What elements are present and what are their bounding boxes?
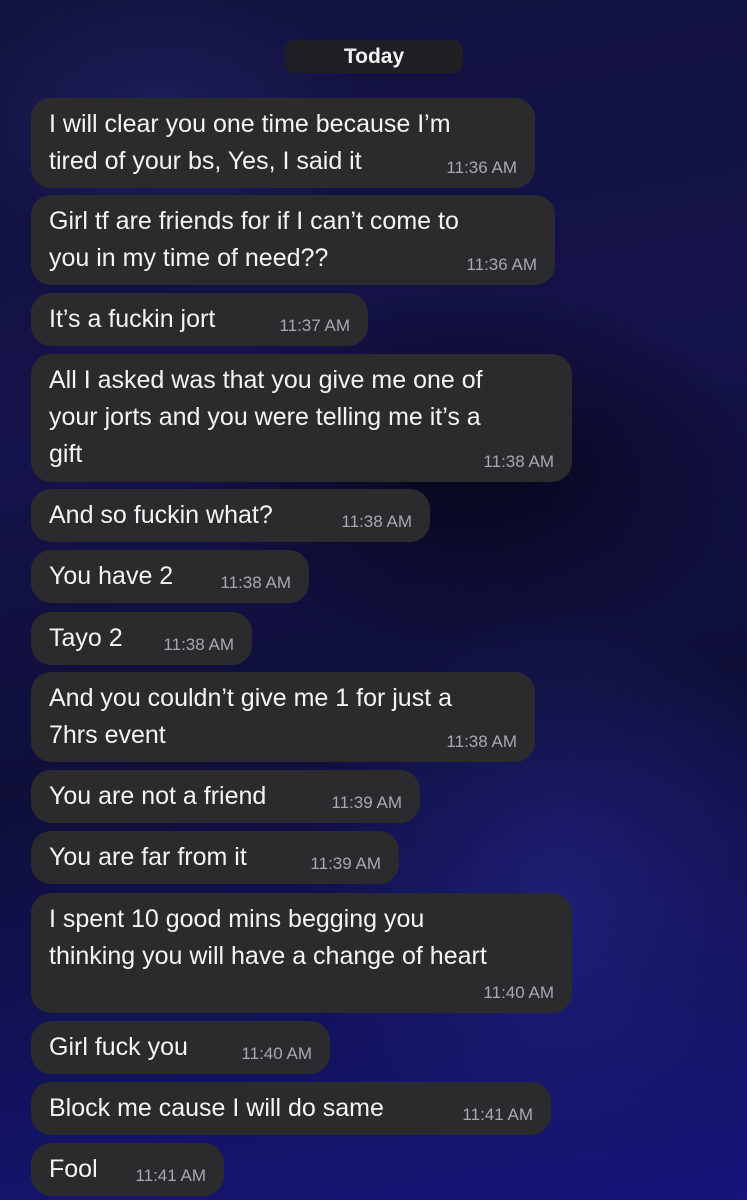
message-text: I spent 10 good mins begging you thinkin… (49, 905, 487, 970)
message-bubble[interactable]: It’s a fuckin jort 11:37 AM (31, 293, 368, 346)
message-time: 11:36 AM (466, 255, 537, 274)
message-time: 11:36 AM (446, 158, 517, 177)
date-separator: Today (285, 40, 463, 73)
message-bubble[interactable]: And so fuckin what? 11:38 AM (31, 489, 430, 542)
message-time: 11:38 AM (446, 732, 517, 751)
message-bubble[interactable]: Tayo 2 11:38 AM (31, 612, 252, 665)
message-bubble[interactable]: All I asked was that you give me one of … (31, 354, 572, 482)
message-time: 11:40 AM (241, 1044, 312, 1063)
message-bubble[interactable]: Girl fuck you 11:40 AM (31, 1021, 330, 1074)
message-text: All I asked was that you give me one of … (49, 366, 483, 468)
chat-screen: { "date_separator": "Today", "messages":… (0, 0, 747, 1200)
message-time: 11:38 AM (483, 452, 554, 471)
message-bubble[interactable]: You have 2 11:38 AM (31, 550, 309, 603)
message-bubble[interactable]: Block me cause I will do same 11:41 AM (31, 1082, 551, 1135)
message-bubble[interactable]: Girl tf are friends for if I can’t come … (31, 195, 555, 285)
message-time: 11:38 AM (341, 512, 412, 531)
message-time: 11:41 AM (462, 1105, 533, 1124)
message-time: 11:38 AM (220, 573, 291, 592)
message-text: Block me cause I will do same (49, 1094, 384, 1122)
message-bubble[interactable]: You are not a friend 11:39 AM (31, 770, 420, 823)
message-bubble[interactable]: Fool 11:41 AM (31, 1143, 224, 1196)
message-text: Girl tf are friends for if I can’t come … (49, 207, 459, 272)
message-time: 11:38 AM (163, 635, 234, 654)
message-time: 11:37 AM (279, 316, 350, 335)
message-time: 11:39 AM (331, 793, 402, 812)
message-time: 11:39 AM (310, 854, 381, 873)
message-bubble[interactable]: I will clear you one time because I’m ti… (31, 98, 535, 188)
message-time: 11:41 AM (135, 1166, 206, 1185)
message-bubble[interactable]: And you couldn’t give me 1 for just a 7h… (31, 672, 535, 762)
message-bubble[interactable]: You are far from it 11:39 AM (31, 831, 399, 884)
message-bubble[interactable]: I spent 10 good mins begging you thinkin… (31, 893, 572, 1013)
message-time: 11:40 AM (483, 983, 554, 1002)
